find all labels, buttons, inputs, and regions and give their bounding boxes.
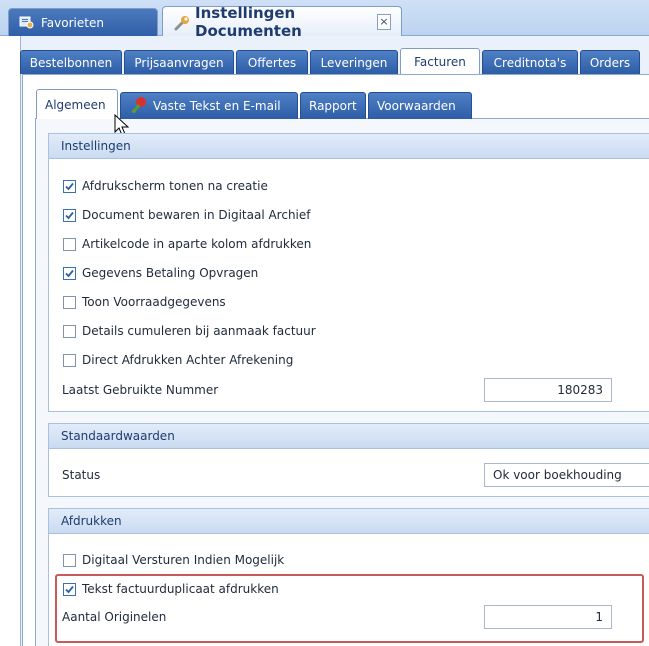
group-header-instellingen: Instellingen (48, 133, 649, 159)
label-status: Status (62, 468, 101, 482)
tab-creditnotas[interactable]: Creditnota's (482, 50, 578, 74)
checkbox-details-cumuleren[interactable]: Details cumuleren bij aanmaak factuur (63, 322, 316, 340)
doc-tab-favorieten[interactable]: Favorieten (8, 8, 158, 36)
tab-facturen[interactable]: Facturen (400, 48, 480, 75)
checkbox-artikelcode[interactable]: Artikelcode in aparte kolom afdrukken (63, 235, 311, 253)
checkbox-digitaal-versturen[interactable]: Digitaal Versturen Indien Mogelijk (63, 551, 284, 569)
subtab-voorwaarden[interactable]: Voorwaarden (368, 92, 472, 119)
favorites-icon (19, 15, 35, 31)
tab-prijsaanvragen[interactable]: Prijsaanvragen (124, 50, 234, 74)
checkbox-checked-icon[interactable] (63, 179, 76, 193)
doc-tab-label: Favorieten (41, 15, 104, 30)
last-number-field[interactable]: 180283 (484, 378, 612, 402)
tab-offertes[interactable]: Offertes (236, 50, 308, 74)
highlight-annotation (55, 574, 644, 643)
checkbox-checked-icon[interactable] (63, 208, 76, 222)
doc-tab-instellingen-documenten[interactable]: Instellingen Documenten × (162, 4, 402, 40)
subtab-algemeen[interactable]: Algemeen (36, 89, 118, 119)
tab-leveringen[interactable]: Leveringen (310, 50, 398, 74)
checkbox-betaling[interactable]: Gegevens Betaling Opvragen (63, 264, 258, 282)
group-body-instellingen (48, 159, 649, 412)
checkbox-voorraadgegevens[interactable]: Toon Voorraadgegevens (63, 293, 226, 311)
checkbox-unchecked-icon[interactable] (63, 553, 76, 567)
checkbox-unchecked-icon[interactable] (63, 295, 76, 309)
checkbox-unchecked-icon[interactable] (63, 353, 76, 367)
label-laatst-gebruikte-nummer: Laatst Gebruikte Nummer (62, 383, 219, 397)
group-header-standaardwaarden: Standaardwaarden (48, 423, 649, 449)
wrench-icon (173, 14, 189, 31)
pin-icon (129, 96, 149, 117)
checkbox-unchecked-icon[interactable] (63, 324, 76, 338)
subtab-vaste-tekst-en-email[interactable]: Vaste Tekst en E-mail (120, 92, 298, 119)
checkbox-direct-afdrukken[interactable]: Direct Afdrukken Achter Afrekening (63, 351, 293, 369)
doc-tab-label: Instellingen Documenten (195, 4, 302, 40)
tab-orders[interactable]: Orders (580, 50, 640, 74)
tab-bestelbonnen[interactable]: Bestelbonnen (20, 50, 122, 74)
checkbox-checked-icon[interactable] (63, 266, 76, 280)
status-select[interactable]: Ok voor boekhouding (484, 463, 649, 487)
checkbox-unchecked-icon[interactable] (63, 237, 76, 251)
checkbox-afdrukscherm[interactable]: Afdrukscherm tonen na creatie (63, 177, 268, 195)
close-tab-button[interactable]: × (376, 14, 391, 30)
group-header-afdrukken: Afdrukken (48, 508, 649, 534)
subtab-rapport[interactable]: Rapport (300, 92, 366, 119)
checkbox-digitaal-archief[interactable]: Document bewaren in Digitaal Archief (63, 206, 311, 224)
